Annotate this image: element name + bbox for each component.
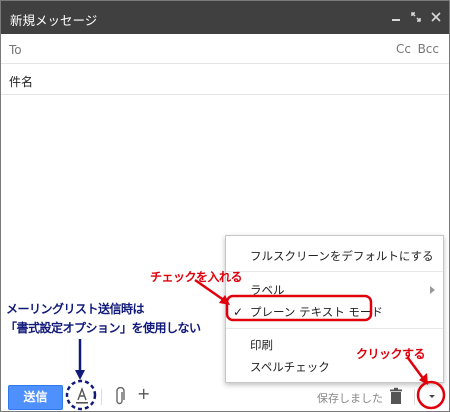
highlight-circle	[416, 380, 446, 410]
annotation-check: チェックを入れる	[150, 270, 243, 284]
annotation-mailing-line2: 「書式設定オプション」を使用しない	[5, 321, 201, 335]
annotation-mailing-line1: メーリングリスト送信時は	[6, 302, 145, 316]
annotation-click: クリックする	[356, 347, 426, 361]
highlight-circle	[65, 379, 97, 411]
highlight-box	[225, 294, 373, 322]
arrowhead-icon	[75, 370, 85, 380]
